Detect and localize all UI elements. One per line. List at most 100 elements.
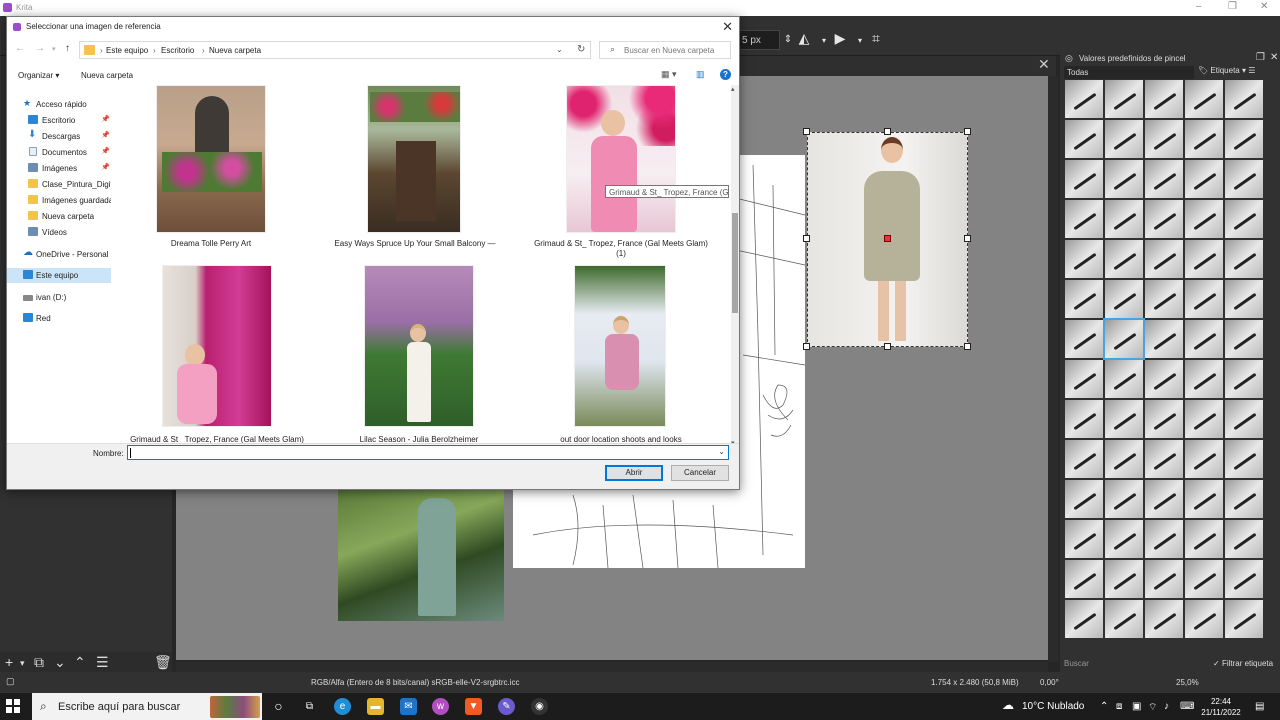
brush-preset[interactable]	[1185, 80, 1223, 118]
edge-icon[interactable]: e	[334, 698, 351, 715]
tree-item-quick-access[interactable]: ★ Acceso rápido	[7, 97, 111, 112]
brush-preset[interactable]	[1225, 80, 1263, 118]
brush-preset[interactable]	[1185, 400, 1223, 438]
brush-preset[interactable]	[1225, 160, 1263, 198]
taskbar-search[interactable]: ⌕ Escribe aquí para buscar	[32, 693, 262, 720]
brush-preset[interactable]	[1105, 560, 1143, 598]
canvas-vertical-scrollbar[interactable]	[1048, 76, 1058, 662]
brush-preset[interactable]	[1145, 280, 1183, 318]
brush-preset[interactable]	[1105, 360, 1143, 398]
add-layer-icon[interactable]: +	[5, 654, 13, 670]
organize-button[interactable]: Organizar ▾	[18, 71, 59, 80]
windows-start-icon[interactable]	[6, 699, 20, 713]
brush-preset[interactable]	[1105, 160, 1143, 198]
duplicate-layer-icon[interactable]: ⧉	[34, 654, 44, 671]
dialog-close-icon[interactable]: ✕	[722, 19, 733, 35]
close-icon[interactable]: ✕	[1270, 52, 1278, 63]
cancel-button[interactable]: Cancelar	[671, 465, 729, 481]
brush-preset[interactable]	[1185, 240, 1223, 278]
float-icon[interactable]: ❐	[1256, 52, 1265, 63]
brush-preset[interactable]	[1185, 160, 1223, 198]
brush-preset[interactable]	[1065, 360, 1103, 398]
brush-preset[interactable]	[1105, 520, 1143, 558]
mirror-horizontal-icon[interactable]: ◭	[796, 30, 812, 48]
brave-icon[interactable]: ▼	[465, 698, 482, 715]
brush-preset[interactable]	[1105, 440, 1143, 478]
file-name-input[interactable]: ⌄	[127, 445, 729, 460]
brush-preset[interactable]	[1105, 120, 1143, 158]
brush-preset[interactable]	[1145, 480, 1183, 518]
keyboard-icon[interactable]: ⌨	[1180, 701, 1194, 712]
scrollbar-thumb[interactable]	[732, 213, 738, 313]
tree-item-pictures[interactable]: Imágenes 📌	[7, 161, 111, 176]
brush-preset[interactable]	[1185, 480, 1223, 518]
brush-preset[interactable]	[1225, 280, 1263, 318]
taskbar-clock[interactable]: 22:44 21/11/2022	[1196, 696, 1246, 718]
help-icon[interactable]: ?	[720, 69, 731, 80]
transform-handle[interactable]	[884, 343, 891, 350]
brush-preset[interactable]	[1105, 600, 1143, 638]
tree-item-folder[interactable]: Nueva carpeta	[7, 209, 111, 224]
brush-preset[interactable]	[1225, 600, 1263, 638]
tree-item-this-pc[interactable]: Este equipo	[7, 268, 111, 283]
brush-preset[interactable]	[1185, 440, 1223, 478]
brush-preset[interactable]	[1225, 520, 1263, 558]
brush-preset[interactable]	[1145, 320, 1183, 358]
file-explorer-icon[interactable]: ▬	[367, 698, 384, 715]
volume-icon[interactable]: ♪	[1164, 701, 1169, 712]
status-zoom[interactable]: 25,0%	[1176, 678, 1199, 687]
refresh-icon[interactable]: ↻	[577, 44, 585, 55]
brush-search-input[interactable]: Buscar	[1064, 659, 1204, 671]
brush-preset[interactable]	[1105, 80, 1143, 118]
brush-preset[interactable]	[1225, 440, 1263, 478]
brush-preset[interactable]	[1185, 520, 1223, 558]
brush-preset[interactable]	[1065, 120, 1103, 158]
chevron-down-icon[interactable]: ⌄	[718, 447, 725, 456]
brush-preset[interactable]	[1065, 480, 1103, 518]
brush-preset[interactable]	[1185, 200, 1223, 238]
delete-layer-icon[interactable]: 🗑	[154, 654, 172, 671]
brush-preset[interactable]	[1225, 400, 1263, 438]
new-folder-button[interactable]: Nueva carpeta	[81, 71, 133, 80]
preview-pane-icon[interactable]: ▥	[696, 69, 705, 80]
transform-center-handle[interactable]	[884, 235, 891, 242]
layer-properties-icon[interactable]: ☰	[96, 654, 109, 671]
move-down-icon[interactable]: ⌄	[54, 654, 66, 671]
filter-tag-checkbox[interactable]: ✓ Filtrar etiqueta	[1213, 659, 1273, 668]
canvas-horizontal-scrollbar[interactable]	[176, 662, 1048, 672]
brush-preset[interactable]	[1185, 280, 1223, 318]
brush-preset[interactable]	[1065, 160, 1103, 198]
address-dropdown-icon[interactable]: ⌄	[556, 45, 563, 54]
tree-item-desktop[interactable]: Escritorio 📌	[7, 113, 111, 128]
task-view-icon[interactable]: ⧉	[301, 698, 318, 715]
close-icon[interactable]: ✕	[1260, 1, 1268, 12]
forward-icon[interactable]: →	[35, 43, 45, 54]
brush-preset[interactable]	[1065, 560, 1103, 598]
brush-filter-select[interactable]: Todas	[1064, 66, 1194, 79]
brush-tag-select[interactable]: 🏷 Etiqueta ▾ ☰	[1198, 66, 1255, 75]
tray-icon[interactable]: ▣	[1132, 701, 1141, 712]
brush-preset[interactable]	[1225, 360, 1263, 398]
transform-handle[interactable]	[964, 128, 971, 135]
minimize-icon[interactable]: –	[1196, 1, 1202, 12]
file-caption[interactable]: Dreama Tolle Perry Art	[156, 239, 266, 249]
chevron-down-icon[interactable]: ▾	[852, 36, 868, 54]
breadcrumb-item[interactable]: Escritorio	[161, 46, 194, 55]
brush-preset[interactable]	[1065, 520, 1103, 558]
file-caption[interactable]: Grimaud & St_ Tropez, France (Gal Meets …	[521, 239, 721, 249]
back-icon[interactable]: ←	[15, 43, 25, 54]
file-list-scrollbar[interactable]: ▴ ▾	[731, 85, 739, 451]
tree-item-folder[interactable]: Clase_Pintura_Digit	[7, 177, 111, 192]
file-caption-line2[interactable]: (1)	[521, 249, 721, 259]
brush-preset[interactable]	[1145, 440, 1183, 478]
file-thumbnail[interactable]	[364, 265, 474, 427]
chevron-down-icon[interactable]: ▾	[20, 658, 25, 669]
close-document-icon[interactable]: ✕	[1038, 56, 1050, 73]
tree-item-network[interactable]: Red	[7, 311, 111, 326]
breadcrumb-item[interactable]: Nueva carpeta	[209, 46, 261, 55]
crop-icon[interactable]: ⌗	[868, 30, 884, 48]
tree-item-downloads[interactable]: ⬇ Descargas 📌	[7, 129, 111, 144]
brush-preset[interactable]	[1185, 560, 1223, 598]
brush-preset[interactable]	[1185, 320, 1223, 358]
wifi-icon[interactable]: ⌔	[1148, 701, 1157, 714]
